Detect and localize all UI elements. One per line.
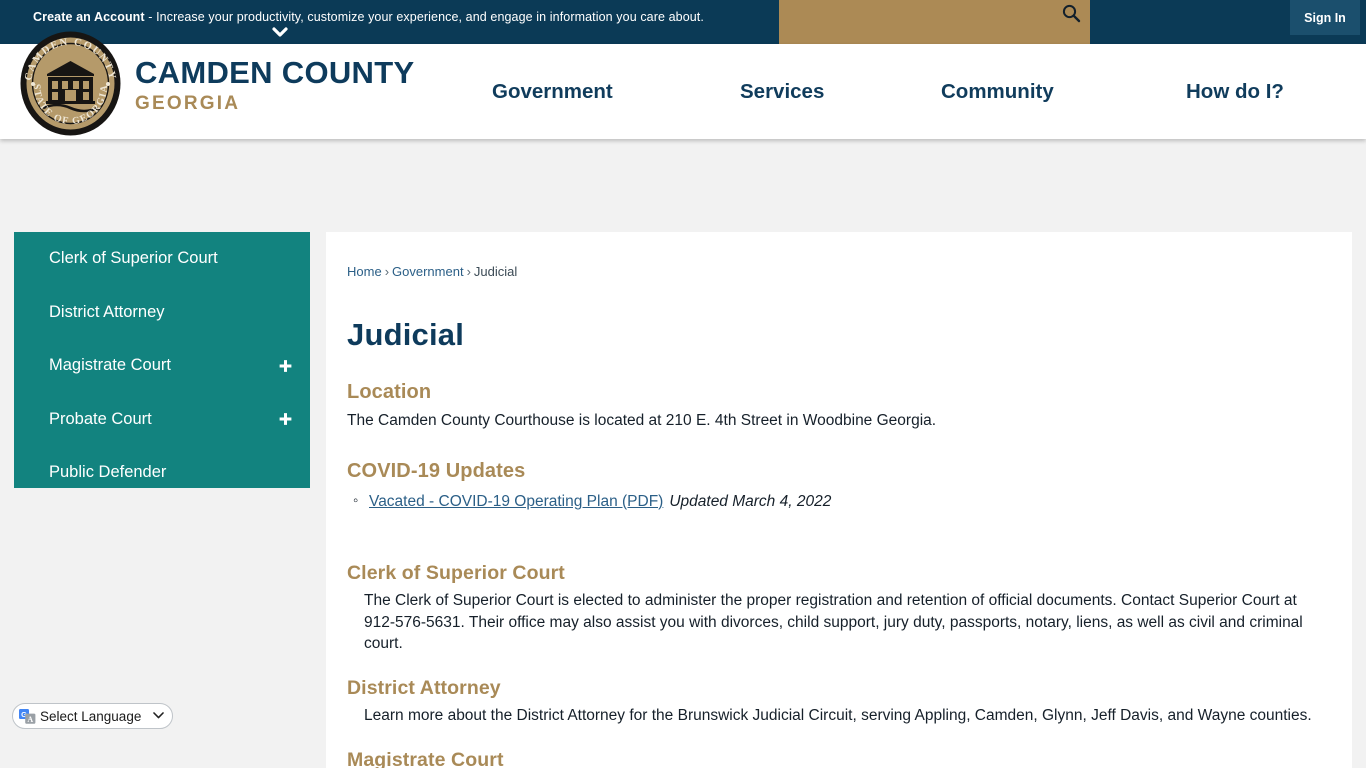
search-icon[interactable] bbox=[1058, 0, 1084, 26]
breadcrumb-government[interactable]: Government bbox=[392, 264, 464, 279]
breadcrumb-separator: › bbox=[384, 264, 390, 279]
sidebar-item-label: District Attorney bbox=[49, 302, 165, 321]
site-search[interactable] bbox=[779, 0, 1090, 44]
search-input[interactable] bbox=[779, 0, 1090, 44]
covid-updates-heading: COVID-19 Updates bbox=[347, 459, 526, 482]
sign-in-button[interactable]: Sign In bbox=[1290, 0, 1360, 35]
clerk-of-superior-court-block: Clerk of Superior Court The Clerk of Sup… bbox=[347, 562, 1324, 654]
svg-text:A: A bbox=[27, 714, 33, 723]
language-selector[interactable]: G A Select Language bbox=[12, 703, 174, 729]
nav-item-how-do-i[interactable]: How do I? bbox=[1186, 80, 1284, 104]
covid-links-list: Vacated - COVID-19 Operating Plan (PDF) U… bbox=[347, 490, 1324, 513]
breadcrumb-current: Judicial bbox=[473, 264, 518, 279]
covid-operating-plan-link[interactable]: Vacated - COVID-19 Operating Plan (PDF) bbox=[369, 493, 663, 510]
language-selector-label: Select Language bbox=[40, 708, 142, 724]
sidebar-item-label: Magistrate Court bbox=[49, 356, 171, 375]
sidebar-item-public-defender[interactable]: Public Defender bbox=[14, 446, 310, 500]
sidebar-item-district-attorney[interactable]: District Attorney bbox=[14, 286, 310, 340]
nav-item-community[interactable]: Community bbox=[941, 80, 1054, 104]
sidebar-item-label: Public Defender bbox=[49, 463, 167, 482]
primary-navigation: Government Services Community How do I? bbox=[470, 44, 1350, 139]
chevron-down-icon[interactable] bbox=[272, 26, 288, 40]
magistrate-court-heading: Magistrate Court bbox=[347, 749, 504, 768]
clerk-of-superior-court-text: The Clerk of Superior Court is elected t… bbox=[364, 592, 1303, 652]
site-header: CAMDEN COUNTY STATE OF GEORGIA CAMDEN CO… bbox=[0, 31, 1366, 139]
sidebar-item-label: Clerk of Superior Court bbox=[49, 249, 218, 268]
google-translate-icon: G A bbox=[19, 708, 36, 724]
page-body: Clerk of Superior Court District Attorne… bbox=[0, 218, 1366, 768]
county-seal-icon[interactable]: CAMDEN COUNTY STATE OF GEORGIA bbox=[17, 30, 124, 137]
create-account-promo[interactable]: Create an Account - Increase your produc… bbox=[33, 10, 704, 24]
covid-updated-note: Updated March 4, 2022 bbox=[669, 492, 832, 510]
location-text: The Camden County Courthouse is located … bbox=[347, 412, 937, 429]
breadcrumb-home[interactable]: Home bbox=[347, 264, 382, 279]
clerk-of-superior-court-heading: Clerk of Superior Court bbox=[347, 562, 565, 585]
breadcrumb: Home › Government › Judicial bbox=[347, 264, 1324, 279]
breadcrumb-separator: › bbox=[466, 264, 471, 279]
district-attorney-heading: District Attorney bbox=[347, 677, 501, 699]
create-account-link[interactable]: Create an Account bbox=[33, 10, 145, 24]
nav-item-services[interactable]: Services bbox=[740, 80, 824, 104]
brand-name: CAMDEN COUNTY bbox=[135, 55, 415, 90]
list-item: Vacated - COVID-19 Operating Plan (PDF) U… bbox=[353, 490, 1324, 513]
sidebar-item-label: Probate Court bbox=[49, 409, 152, 428]
sidebar-item-clerk-of-superior-court[interactable]: Clerk of Superior Court bbox=[14, 232, 310, 286]
nav-item-government[interactable]: Government bbox=[492, 80, 613, 104]
brand-subtitle: GEORGIA bbox=[135, 92, 241, 114]
section-navigation-sidebar: Clerk of Superior Court District Attorne… bbox=[14, 232, 310, 488]
page-title: Judicial bbox=[347, 317, 465, 352]
district-attorney-block: District Attorney Learn more about the D… bbox=[347, 677, 1324, 726]
location-heading: Location bbox=[347, 381, 432, 403]
promo-text: - Increase your productivity, customize … bbox=[144, 10, 704, 24]
district-attorney-text: Learn more about the District Attorney f… bbox=[364, 707, 1312, 724]
expand-plus-icon[interactable] bbox=[279, 413, 292, 426]
main-content-card: Home › Government › Judicial Judicial Locati… bbox=[326, 232, 1352, 768]
site-brand[interactable]: CAMDEN COUNTY GEORGIA bbox=[135, 55, 415, 117]
chevron-down-icon[interactable] bbox=[153, 711, 165, 722]
sidebar-item-magistrate-court[interactable]: Magistrate Court bbox=[14, 339, 310, 393]
magistrate-court-block: Magistrate Court bbox=[347, 749, 1324, 768]
sidebar-item-probate-court[interactable]: Probate Court bbox=[14, 393, 310, 447]
expand-plus-icon[interactable] bbox=[279, 359, 292, 372]
